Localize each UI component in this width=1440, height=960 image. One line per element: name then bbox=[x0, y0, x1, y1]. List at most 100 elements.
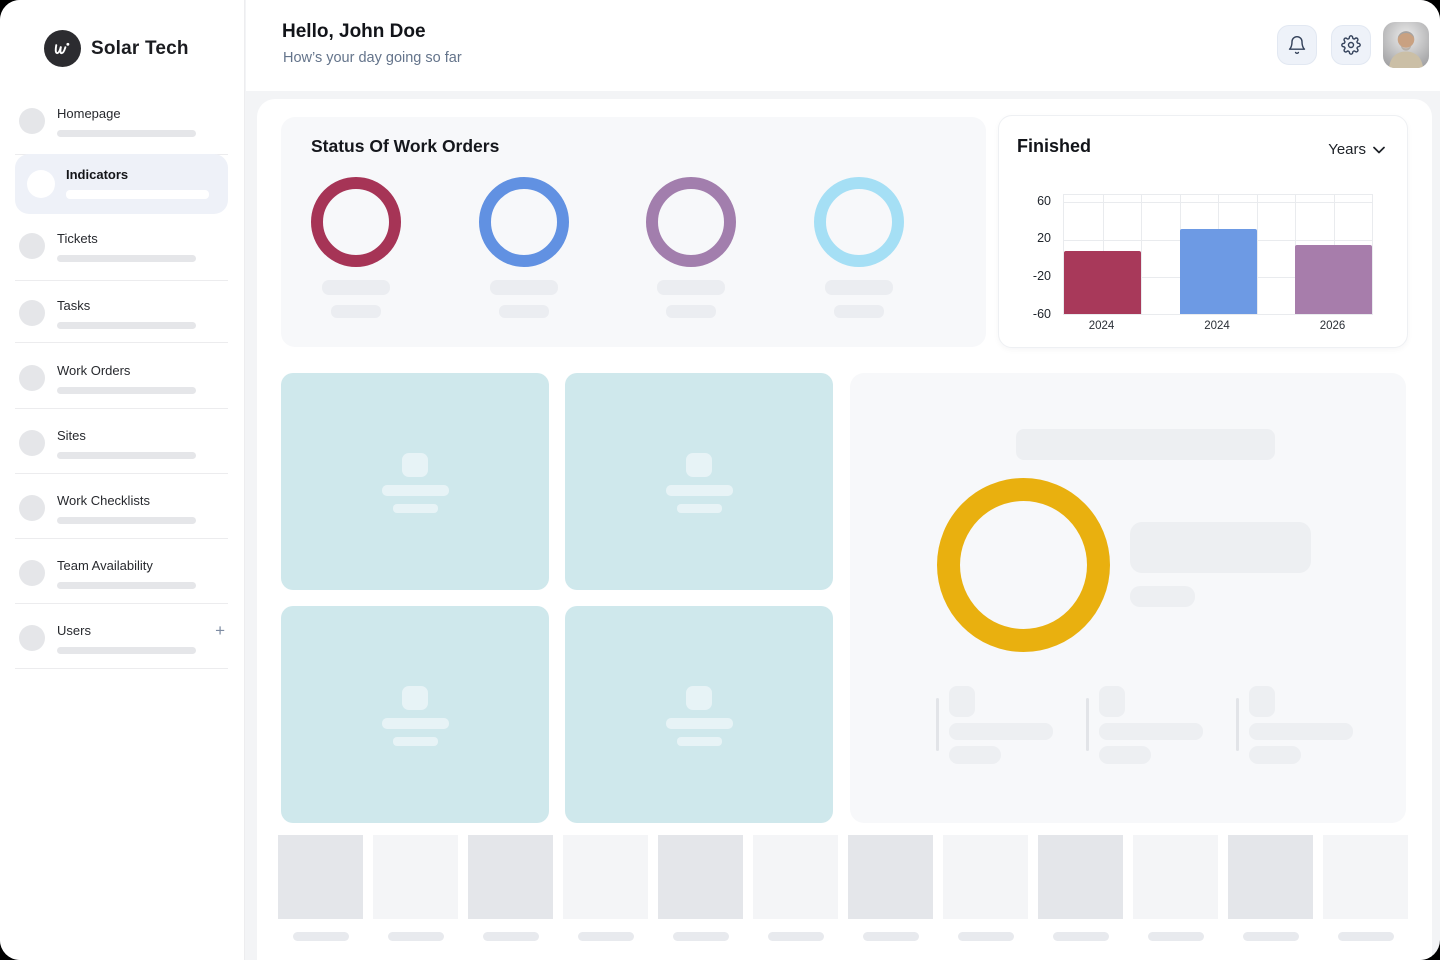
nav-item-label: Team Availability bbox=[57, 558, 153, 573]
legend-subtext-skeleton bbox=[1099, 746, 1151, 764]
nav-item-icon bbox=[19, 300, 45, 326]
carousel-item[interactable] bbox=[658, 835, 743, 941]
legend-item bbox=[1086, 686, 1216, 791]
status-label-skeleton bbox=[490, 280, 558, 295]
x-axis-tick-label: 2024 bbox=[1187, 320, 1247, 332]
summary-skeleton-card[interactable] bbox=[565, 606, 833, 823]
carousel-thumbnail-skeleton bbox=[563, 835, 648, 919]
carousel-caption-skeleton bbox=[958, 932, 1014, 941]
nav-item-icon bbox=[19, 365, 45, 391]
sidebar-item-team-availability[interactable]: Team Availability bbox=[0, 556, 245, 606]
x-axis-tick-label: 2024 bbox=[1072, 320, 1132, 332]
sidebar-nav: Homepage Indicators Tickets Tasks Work Order… bbox=[0, 0, 245, 960]
sidebar-item-tickets[interactable]: Tickets bbox=[0, 229, 245, 279]
carousel-thumbnail-skeleton bbox=[1323, 835, 1408, 919]
carousel-item[interactable] bbox=[1133, 835, 1218, 941]
bell-icon bbox=[1287, 35, 1307, 55]
status-donut-ring-2 bbox=[479, 177, 569, 267]
overview-caption-skeleton bbox=[1130, 586, 1195, 607]
nav-item-label: Indicators bbox=[66, 167, 128, 182]
sidebar: Solar Tech HomepageIndicatorsTicketsTask… bbox=[0, 0, 245, 960]
carousel-item[interactable] bbox=[563, 835, 648, 941]
legend-swatch-skeleton bbox=[1249, 686, 1275, 717]
overview-title-skeleton bbox=[1016, 429, 1275, 460]
carousel-item[interactable] bbox=[943, 835, 1028, 941]
carousel-item[interactable] bbox=[373, 835, 458, 941]
gridline-vertical bbox=[1141, 195, 1142, 314]
carousel-item[interactable] bbox=[1228, 835, 1313, 941]
y-axis-tick-label: 20 bbox=[1011, 231, 1051, 245]
sidebar-item-tasks[interactable]: Tasks bbox=[0, 296, 245, 346]
page-subtitle: How’s your day going so far bbox=[283, 50, 462, 66]
carousel-thumbnail-skeleton bbox=[468, 835, 553, 919]
carousel-item[interactable] bbox=[1323, 835, 1408, 941]
legend-text-skeleton bbox=[1249, 723, 1353, 740]
sidebar-item-sites[interactable]: Sites bbox=[0, 426, 245, 476]
nav-item-skeleton bbox=[57, 582, 196, 589]
sidebar-item-homepage[interactable]: Homepage bbox=[0, 104, 245, 154]
carousel-item[interactable] bbox=[753, 835, 838, 941]
work-orders-status-card: Status Of Work Orders bbox=[281, 117, 986, 347]
status-donut-ring-1 bbox=[311, 177, 401, 267]
summary-skeleton-card[interactable] bbox=[281, 606, 549, 823]
carousel-item[interactable] bbox=[468, 835, 553, 941]
carousel-caption-skeleton bbox=[388, 932, 444, 941]
nav-divider bbox=[15, 408, 228, 409]
settings-button[interactable] bbox=[1331, 25, 1371, 65]
nav-item-skeleton bbox=[57, 647, 196, 654]
carousel-caption-skeleton bbox=[768, 932, 824, 941]
summary-skeleton-card[interactable] bbox=[565, 373, 833, 590]
nav-divider bbox=[15, 603, 228, 604]
nav-item-label: Tickets bbox=[57, 231, 98, 246]
sidebar-item-work-checklists[interactable]: Work Checklists bbox=[0, 491, 245, 541]
years-dropdown[interactable]: Years bbox=[1328, 141, 1385, 158]
nav-divider bbox=[15, 473, 228, 474]
carousel-thumbnail-skeleton bbox=[278, 835, 363, 919]
nav-item-icon bbox=[19, 495, 45, 521]
add-user-button[interactable]: + bbox=[215, 621, 225, 641]
summary-skeleton-card[interactable] bbox=[281, 373, 549, 590]
nav-item-skeleton bbox=[57, 255, 196, 262]
nav-item-skeleton bbox=[66, 190, 209, 199]
sidebar-item-users[interactable]: Users + bbox=[0, 621, 245, 671]
user-avatar[interactable] bbox=[1383, 22, 1429, 68]
nav-item-label: Sites bbox=[57, 428, 86, 443]
status-sublabel-skeleton bbox=[331, 305, 381, 318]
skeleton-text-line bbox=[382, 718, 449, 729]
legend-item bbox=[1236, 686, 1366, 791]
sidebar-item-work-orders[interactable]: Work Orders bbox=[0, 361, 245, 411]
carousel-thumbnail-skeleton bbox=[373, 835, 458, 919]
legend-swatch-skeleton bbox=[1099, 686, 1125, 717]
finished-chart-card: Finished Years 6020-20-60202420242026 bbox=[998, 115, 1408, 348]
nav-item-label: Users bbox=[57, 623, 91, 638]
legend-divider-line bbox=[936, 698, 939, 751]
legend-divider-line bbox=[1086, 698, 1089, 751]
nav-divider bbox=[15, 668, 228, 669]
status-sublabel-skeleton bbox=[499, 305, 549, 318]
nav-item-skeleton bbox=[57, 387, 196, 394]
carousel-item[interactable] bbox=[278, 835, 363, 941]
skeleton-text-line bbox=[677, 737, 722, 746]
legend-swatch-skeleton bbox=[949, 686, 975, 717]
status-card-title: Status Of Work Orders bbox=[311, 136, 499, 157]
bottom-skeleton-carousel[interactable] bbox=[278, 835, 1408, 941]
carousel-item[interactable] bbox=[848, 835, 933, 941]
carousel-caption-skeleton bbox=[1053, 932, 1109, 941]
carousel-thumbnail-skeleton bbox=[753, 835, 838, 919]
notifications-button[interactable] bbox=[1277, 25, 1317, 65]
carousel-item[interactable] bbox=[1038, 835, 1123, 941]
page-title: Hello, John Doe bbox=[282, 21, 426, 43]
skeleton-text-line bbox=[382, 485, 449, 496]
status-donut-ring-3 bbox=[646, 177, 736, 267]
carousel-caption-skeleton bbox=[1243, 932, 1299, 941]
nav-item-skeleton bbox=[57, 322, 196, 329]
sidebar-item-indicators[interactable]: Indicators bbox=[15, 154, 228, 214]
nav-item-icon bbox=[19, 430, 45, 456]
nav-item-icon bbox=[19, 625, 45, 651]
skeleton-text-line bbox=[666, 718, 733, 729]
nav-item-label: Tasks bbox=[57, 298, 90, 313]
nav-divider bbox=[15, 280, 228, 281]
avatar-photo bbox=[1383, 22, 1429, 68]
carousel-caption-skeleton bbox=[293, 932, 349, 941]
gridline-horizontal bbox=[1064, 202, 1372, 203]
